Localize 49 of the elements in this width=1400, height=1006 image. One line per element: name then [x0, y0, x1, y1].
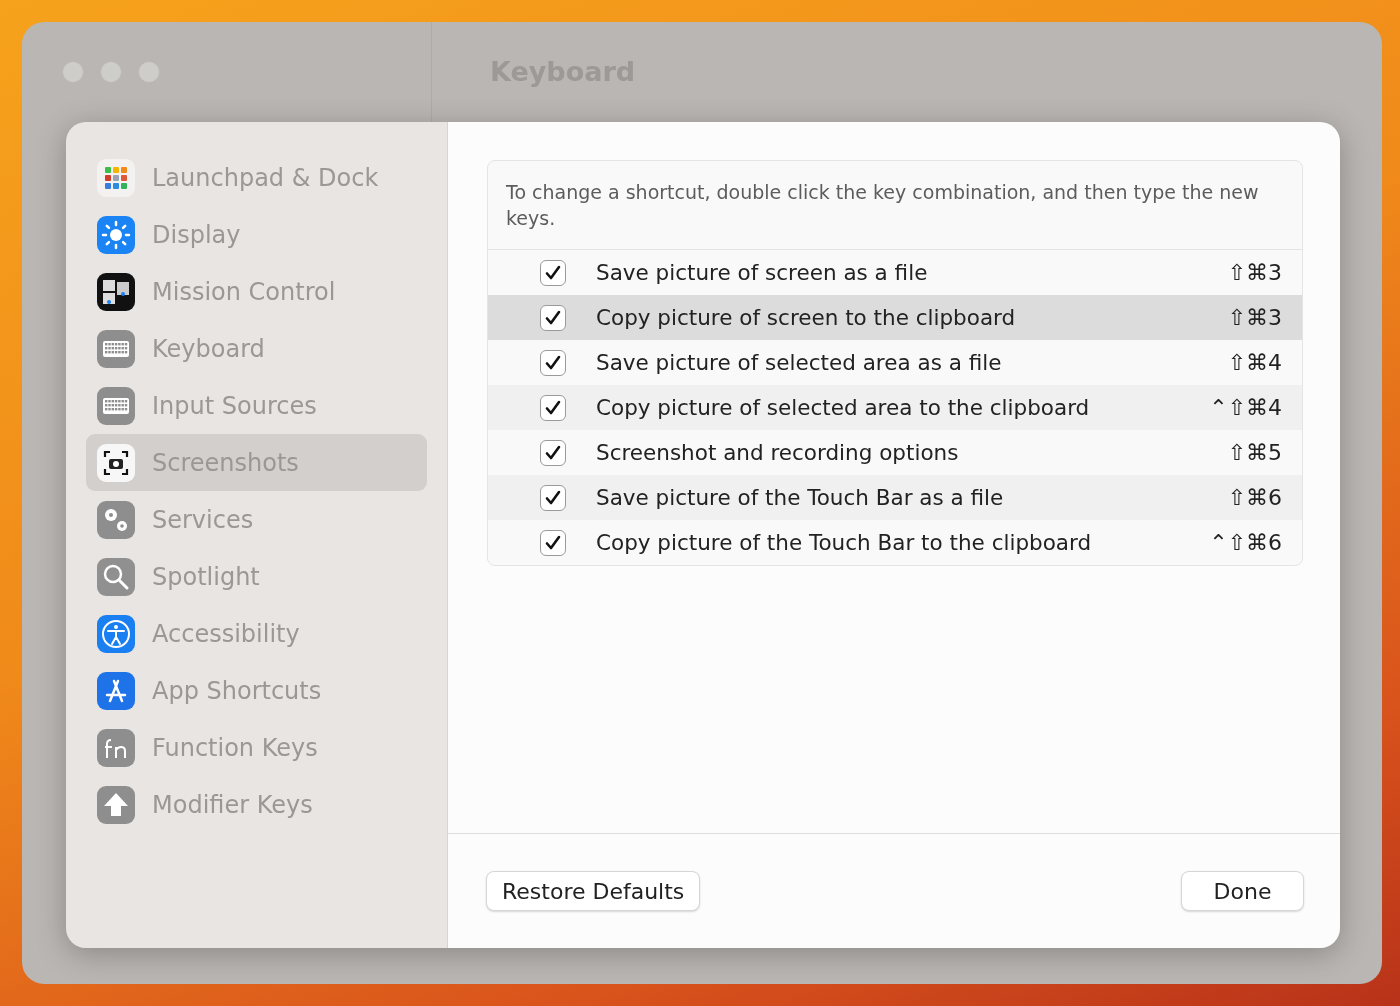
checkmark-icon [544, 308, 562, 327]
restore-defaults-button[interactable]: Restore Defaults [486, 871, 701, 911]
checkmark-icon [544, 443, 562, 462]
checkmark-icon [544, 398, 562, 417]
windows-icon [96, 271, 136, 312]
app-store-icon [96, 670, 136, 711]
key-combination[interactable]: ⇧⌘4 [1227, 347, 1282, 378]
checkbox[interactable] [540, 394, 566, 421]
key-combination[interactable]: ⇧⌘6 [1227, 482, 1282, 513]
checkmark-icon [544, 353, 562, 372]
shortcut-label: Save picture of the Touch Bar as a file [596, 483, 1005, 512]
shortcut-label: Save picture of screen as a file [596, 258, 929, 287]
shortcut-row[interactable]: Screenshot and recording options ⇧⌘5 [488, 430, 1302, 475]
checkbox[interactable] [540, 439, 566, 466]
shortcut-row[interactable]: Copy picture of the Touch Bar to the clipboard ⌃⇧⌘6 [488, 520, 1302, 565]
shortcut-label: Copy picture of the Touch Bar to the clipboard [596, 528, 1093, 557]
sun-icon [96, 214, 136, 255]
checkmark-icon [544, 263, 562, 282]
shortcut-label: Copy picture of screen to the clipboard [596, 303, 1017, 332]
checkbox[interactable] [540, 304, 566, 331]
checkmark-icon [544, 533, 562, 552]
shortcut-row[interactable]: Copy picture of screen to the clipboard ⇧⌘3 [488, 295, 1302, 340]
checkbox[interactable] [540, 484, 566, 511]
key-combination[interactable]: ⇧⌘5 [1227, 437, 1282, 468]
key-combination[interactable]: ⌃⇧⌘6 [1209, 527, 1282, 558]
shortcut-label: Save picture of selected area as a file [596, 348, 1003, 377]
key-combination[interactable]: ⌃⇧⌘4 [1209, 392, 1282, 423]
shortcut-row[interactable]: Save picture of screen as a file ⇧⌘3 [488, 250, 1302, 295]
grid-icon [96, 157, 136, 198]
shortcut-row[interactable]: Save picture of the Touch Bar as a file ⇧⌘6 [488, 475, 1302, 520]
shortcut-row[interactable]: Copy picture of selected area to the clipboard ⌃⇧⌘4 [488, 385, 1302, 430]
checkbox[interactable] [540, 259, 566, 286]
checkmark-icon [544, 488, 562, 507]
shortcut-label: Screenshot and recording options [596, 438, 960, 467]
fn-key-icon [96, 727, 136, 768]
camera-icon [96, 442, 136, 483]
checkbox[interactable] [540, 349, 566, 376]
shortcut-row[interactable]: Save picture of selected area as a file ⇧⌘4 [488, 340, 1302, 385]
done-button[interactable]: Done [1181, 871, 1304, 911]
keyboard-icon [96, 385, 136, 426]
instruction-text: To change a shortcut, double click the key combination, and then type the new keys. [488, 161, 1302, 250]
search-icon [96, 556, 136, 597]
key-combination[interactable]: ⇧⌘3 [1227, 302, 1282, 333]
accessibility-icon [96, 613, 136, 654]
gears-icon [96, 499, 136, 540]
keyboard-icon [96, 328, 136, 369]
shortcut-label: Copy picture of selected area to the clipboard [596, 393, 1091, 422]
key-combination[interactable]: ⇧⌘3 [1227, 257, 1282, 288]
checkbox[interactable] [540, 529, 566, 556]
